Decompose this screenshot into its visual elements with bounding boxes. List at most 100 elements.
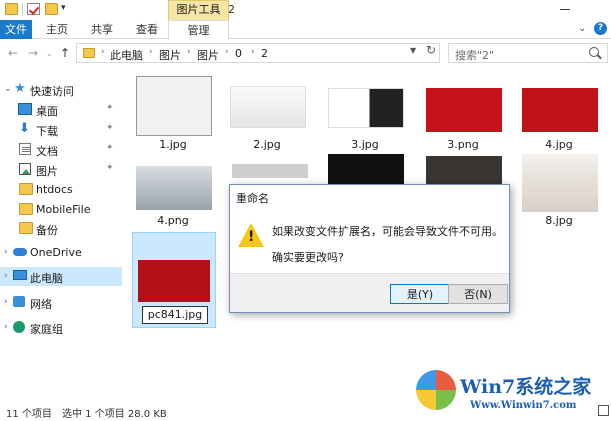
breadcrumb-2[interactable]: 2	[261, 47, 268, 60]
thumbnail-2-jpg[interactable]	[230, 86, 306, 128]
context-tab-header: 图片工具	[168, 0, 229, 20]
sidebar-item-label: 桌面	[36, 105, 58, 118]
sidebar-item-label: 备份	[36, 224, 58, 237]
folder-icon	[83, 48, 95, 58]
chevron-down-icon[interactable]: ⌄	[578, 23, 586, 34]
pin-icon[interactable]: ✦	[106, 143, 114, 153]
dialog-body: ! 如果改变文件扩展名，可能会导致文件不可用。 确实要更改吗?	[230, 207, 509, 273]
thumbnail-4-jpg[interactable]	[522, 88, 598, 132]
yes-button[interactable]: 是(Y)	[390, 284, 450, 304]
windows-logo-icon	[416, 370, 456, 410]
chevron-right-icon[interactable]: ›	[4, 247, 8, 257]
file-label[interactable]: 3.png	[418, 138, 508, 151]
tab-home[interactable]: 主页	[38, 20, 76, 39]
chevron-right-icon[interactable]: ›	[4, 322, 8, 332]
thumbnail-7[interactable]	[426, 156, 502, 184]
pin-icon[interactable]: ✦	[106, 123, 114, 133]
breadcrumb-this-pc[interactable]: 此电脑	[110, 47, 143, 63]
file-label[interactable]: 8.jpg	[514, 214, 604, 227]
cloud-icon	[13, 248, 27, 256]
address-bar[interactable]: › 此电脑 › 图片 › 图片 › 0 › 2	[76, 43, 440, 63]
recent-dropdown-icon[interactable]: ⌄	[46, 49, 53, 58]
no-button[interactable]: 否(N)	[448, 284, 508, 304]
dialog-question: 确实要更改吗?	[272, 251, 344, 264]
search-icon[interactable]	[589, 47, 599, 57]
new-folder-icon[interactable]	[45, 3, 58, 15]
thumbnail-3-jpg[interactable]	[328, 88, 404, 128]
warning-icon-mark: !	[248, 229, 255, 245]
chevron-right-icon[interactable]: ›	[4, 271, 8, 281]
sidebar-item-label: 下载	[36, 125, 58, 138]
chevron-down-icon[interactable]: ⌄	[4, 84, 12, 94]
minimize-button[interactable]	[560, 9, 570, 10]
pin-icon[interactable]: ✦	[106, 103, 114, 113]
sidebar-item-quick-access[interactable]: ⌄ ★ 快速访问	[0, 80, 122, 99]
sidebar-item-mobilefile[interactable]: MobileFile	[0, 200, 122, 219]
sidebar-item-homegroup[interactable]: › 家庭组	[0, 318, 122, 337]
pictures-icon	[19, 163, 31, 175]
file-label[interactable]: 4.jpg	[514, 138, 604, 151]
breadcrumb-0[interactable]: 0	[235, 47, 242, 60]
navigation-pane: ⌄ ★ 快速访问 桌面 ✦ ⬇ 下载 ✦ 文档 ✦ 图片 ✦ htdocs Mo…	[0, 70, 122, 400]
sidebar-item-desktop[interactable]: 桌面 ✦	[0, 100, 122, 119]
sidebar-item-backup[interactable]: 备份	[0, 219, 122, 238]
address-dropdown-icon[interactable]: ▼	[410, 46, 416, 55]
tab-manage[interactable]: 管理	[168, 20, 229, 40]
document-icon	[19, 143, 31, 155]
properties-icon[interactable]	[27, 3, 40, 15]
refresh-icon[interactable]: ↻	[426, 43, 436, 57]
thumbnail-pc841-jpg[interactable]	[138, 260, 210, 302]
breadcrumb-separator: ›	[251, 47, 255, 57]
sidebar-item-label: 文档	[36, 145, 58, 158]
thumbnail-8-jpg[interactable]	[522, 154, 598, 212]
sidebar-item-this-pc[interactable]: › 此电脑	[0, 267, 122, 286]
pin-icon[interactable]: ✦	[106, 163, 114, 173]
sidebar-item-downloads[interactable]: ⬇ 下载 ✦	[0, 120, 122, 139]
chevron-right-icon[interactable]: ›	[4, 297, 8, 307]
sidebar-item-label: 快速访问	[30, 85, 74, 98]
tab-view[interactable]: 查看	[128, 20, 166, 39]
breadcrumb-pictures-2[interactable]: 图片	[197, 47, 219, 63]
sidebar-item-pictures[interactable]: 图片 ✦	[0, 160, 122, 179]
sidebar-item-documents[interactable]: 文档 ✦	[0, 140, 122, 159]
thumbnail-5[interactable]	[232, 164, 308, 178]
file-label[interactable]: 2.jpg	[222, 138, 312, 151]
up-arrow-icon[interactable]: ↑	[60, 46, 70, 60]
search-input[interactable]: 搜索"2"	[448, 43, 608, 63]
pc-icon	[13, 270, 27, 280]
tab-file[interactable]: 文件	[0, 20, 32, 39]
breadcrumb-separator: ›	[101, 47, 105, 57]
watermark-brand: Win7系统之家	[460, 376, 592, 398]
thumbnail-1-jpg[interactable]	[136, 76, 212, 136]
desktop-icon	[18, 103, 32, 115]
chevron-down-icon[interactable]: ▾	[61, 3, 66, 13]
file-label[interactable]: 4.png	[128, 214, 218, 227]
sidebar-item-network[interactable]: › 网络	[0, 293, 122, 312]
thumbnail-3-png[interactable]	[426, 88, 502, 132]
sidebar-item-label: MobileFile	[36, 203, 91, 216]
dialog-message: 如果改变文件扩展名，可能会导致文件不可用。	[272, 225, 503, 238]
forward-arrow-icon[interactable]: →	[28, 46, 38, 60]
search-placeholder: 搜索"2"	[455, 49, 495, 62]
sidebar-item-onedrive[interactable]: › OneDrive	[0, 243, 122, 262]
folder-icon[interactable]	[5, 3, 18, 15]
file-label[interactable]: 3.jpg	[320, 138, 410, 151]
tab-share[interactable]: 共享	[83, 20, 121, 39]
dialog-footer: 是(Y) 否(N)	[230, 273, 509, 312]
sidebar-item-label: 此电脑	[30, 272, 63, 285]
file-label[interactable]: 1.jpg	[128, 138, 218, 151]
network-icon	[13, 296, 25, 307]
thumbnail-6[interactable]	[328, 154, 404, 184]
back-arrow-icon[interactable]: ←	[8, 46, 18, 60]
rename-input[interactable]: pc841.jpg	[142, 306, 208, 324]
breadcrumb-pictures[interactable]: 图片	[159, 47, 181, 63]
rename-dialog: 重命名 ! 如果改变文件扩展名，可能会导致文件不可用。 确实要更改吗? 是(Y)…	[229, 184, 510, 313]
details-view-icon[interactable]	[598, 405, 609, 416]
sidebar-item-label: OneDrive	[30, 246, 82, 259]
folder-icon	[19, 183, 33, 195]
ribbon-tab-bar: 文件 主页 共享 查看 管理 ⌄ ?	[0, 20, 611, 40]
help-icon[interactable]: ?	[594, 22, 607, 35]
thumbnail-4-png[interactable]	[136, 166, 212, 210]
folder-icon	[19, 222, 33, 234]
sidebar-item-htdocs[interactable]: htdocs	[0, 180, 122, 199]
